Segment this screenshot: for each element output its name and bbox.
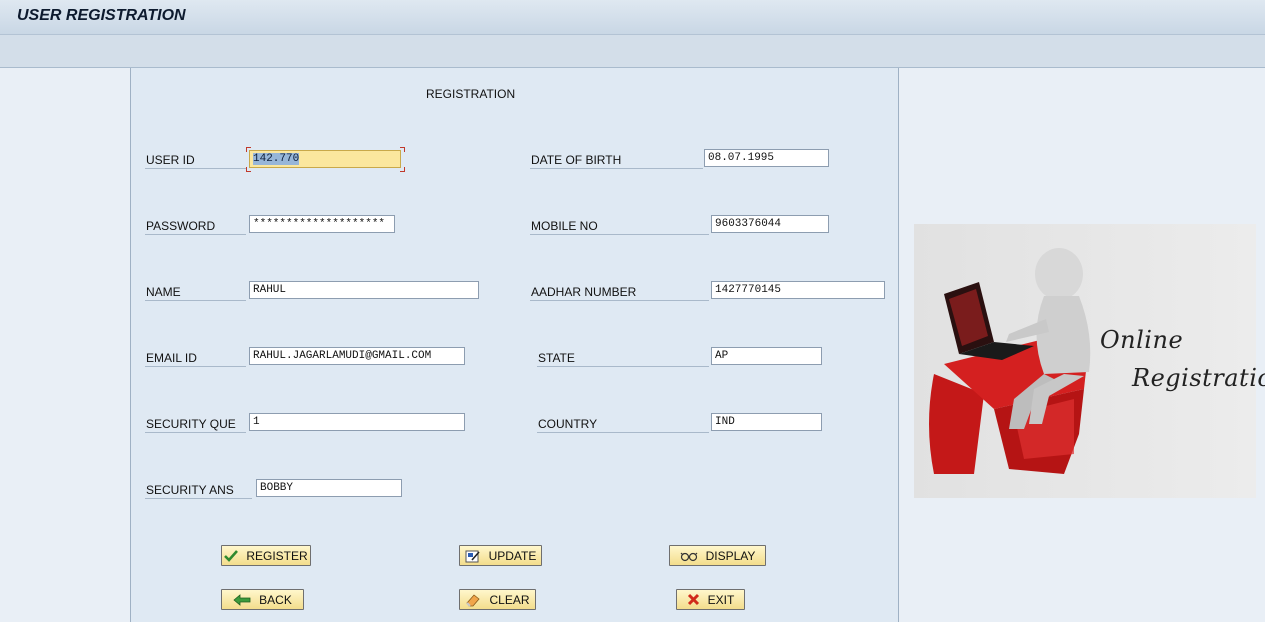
glasses-icon xyxy=(680,552,698,561)
mobile-no-input[interactable]: 9603376044 xyxy=(711,215,829,233)
exit-label: EXIT xyxy=(707,592,735,607)
email-id-input[interactable]: RAHUL.JAGARLAMUDI@GMAIL.COM xyxy=(249,347,465,365)
online-registration-illustration: Online Registration xyxy=(914,224,1265,498)
date-of-birth-input[interactable]: 08.07.1995 xyxy=(704,149,829,167)
red-x-icon xyxy=(687,593,699,606)
register-button[interactable]: REGISTER xyxy=(221,545,311,566)
name-label: NAME xyxy=(145,284,246,301)
security-ans-input[interactable]: BOBBY xyxy=(256,479,402,497)
checkmark-icon xyxy=(224,549,239,562)
back-button[interactable]: BACK xyxy=(221,589,304,610)
clear-button[interactable]: CLEAR xyxy=(459,589,536,610)
user-id-value: 142.770 xyxy=(253,153,300,165)
security-que-input[interactable]: 1 xyxy=(249,413,465,431)
country-label: COUNTRY xyxy=(537,416,709,433)
password-label: PASSWORD xyxy=(145,218,246,235)
eraser-icon xyxy=(466,593,481,607)
display-label: DISPLAY xyxy=(705,548,756,563)
focus-corner-br xyxy=(400,167,405,172)
display-button[interactable]: DISPLAY xyxy=(669,545,766,566)
update-label: UPDATE xyxy=(488,548,537,563)
focus-corner-tl xyxy=(246,147,251,152)
state-label: STATE xyxy=(537,350,709,367)
title-bar: USER REGISTRATION xyxy=(0,0,1265,35)
state-input[interactable]: AP xyxy=(711,347,822,365)
edit-icon xyxy=(465,550,480,562)
password-input[interactable]: ******************** xyxy=(249,215,395,233)
left-pane xyxy=(0,68,131,622)
aadhar-number-input[interactable]: 1427770145 xyxy=(711,281,885,299)
window-title: USER REGISTRATION xyxy=(17,7,186,24)
aadhar-number-label: AADHAR NUMBER xyxy=(530,284,709,301)
security-que-label: SECURITY QUE xyxy=(145,416,246,433)
mobile-no-label: MOBILE NO xyxy=(530,218,709,235)
security-ans-label: SECURITY ANS xyxy=(145,482,252,499)
date-of-birth-label: DATE OF BIRTH xyxy=(530,152,703,169)
focus-corner-tr xyxy=(400,147,405,152)
toolbar xyxy=(0,35,1265,68)
update-button[interactable]: UPDATE xyxy=(459,545,542,566)
exit-button[interactable]: EXIT xyxy=(676,589,745,610)
form-heading: REGISTRATION xyxy=(426,87,516,101)
user-id-label: USER ID xyxy=(145,152,246,169)
user-id-input[interactable]: 142.770 xyxy=(249,150,401,168)
illustration-line1: Online xyxy=(1100,326,1184,354)
focus-corner-bl xyxy=(246,167,251,172)
clear-label: CLEAR xyxy=(489,592,530,607)
country-input[interactable]: IND xyxy=(711,413,822,431)
person-at-laptop-icon xyxy=(929,248,1091,474)
illustration-line2: Registration xyxy=(1132,364,1265,392)
email-id-label: EMAIL ID xyxy=(145,350,246,367)
register-label: REGISTER xyxy=(246,548,308,563)
arrow-left-icon xyxy=(233,593,251,606)
back-label: BACK xyxy=(259,592,292,607)
name-input[interactable]: RAHUL xyxy=(249,281,479,299)
